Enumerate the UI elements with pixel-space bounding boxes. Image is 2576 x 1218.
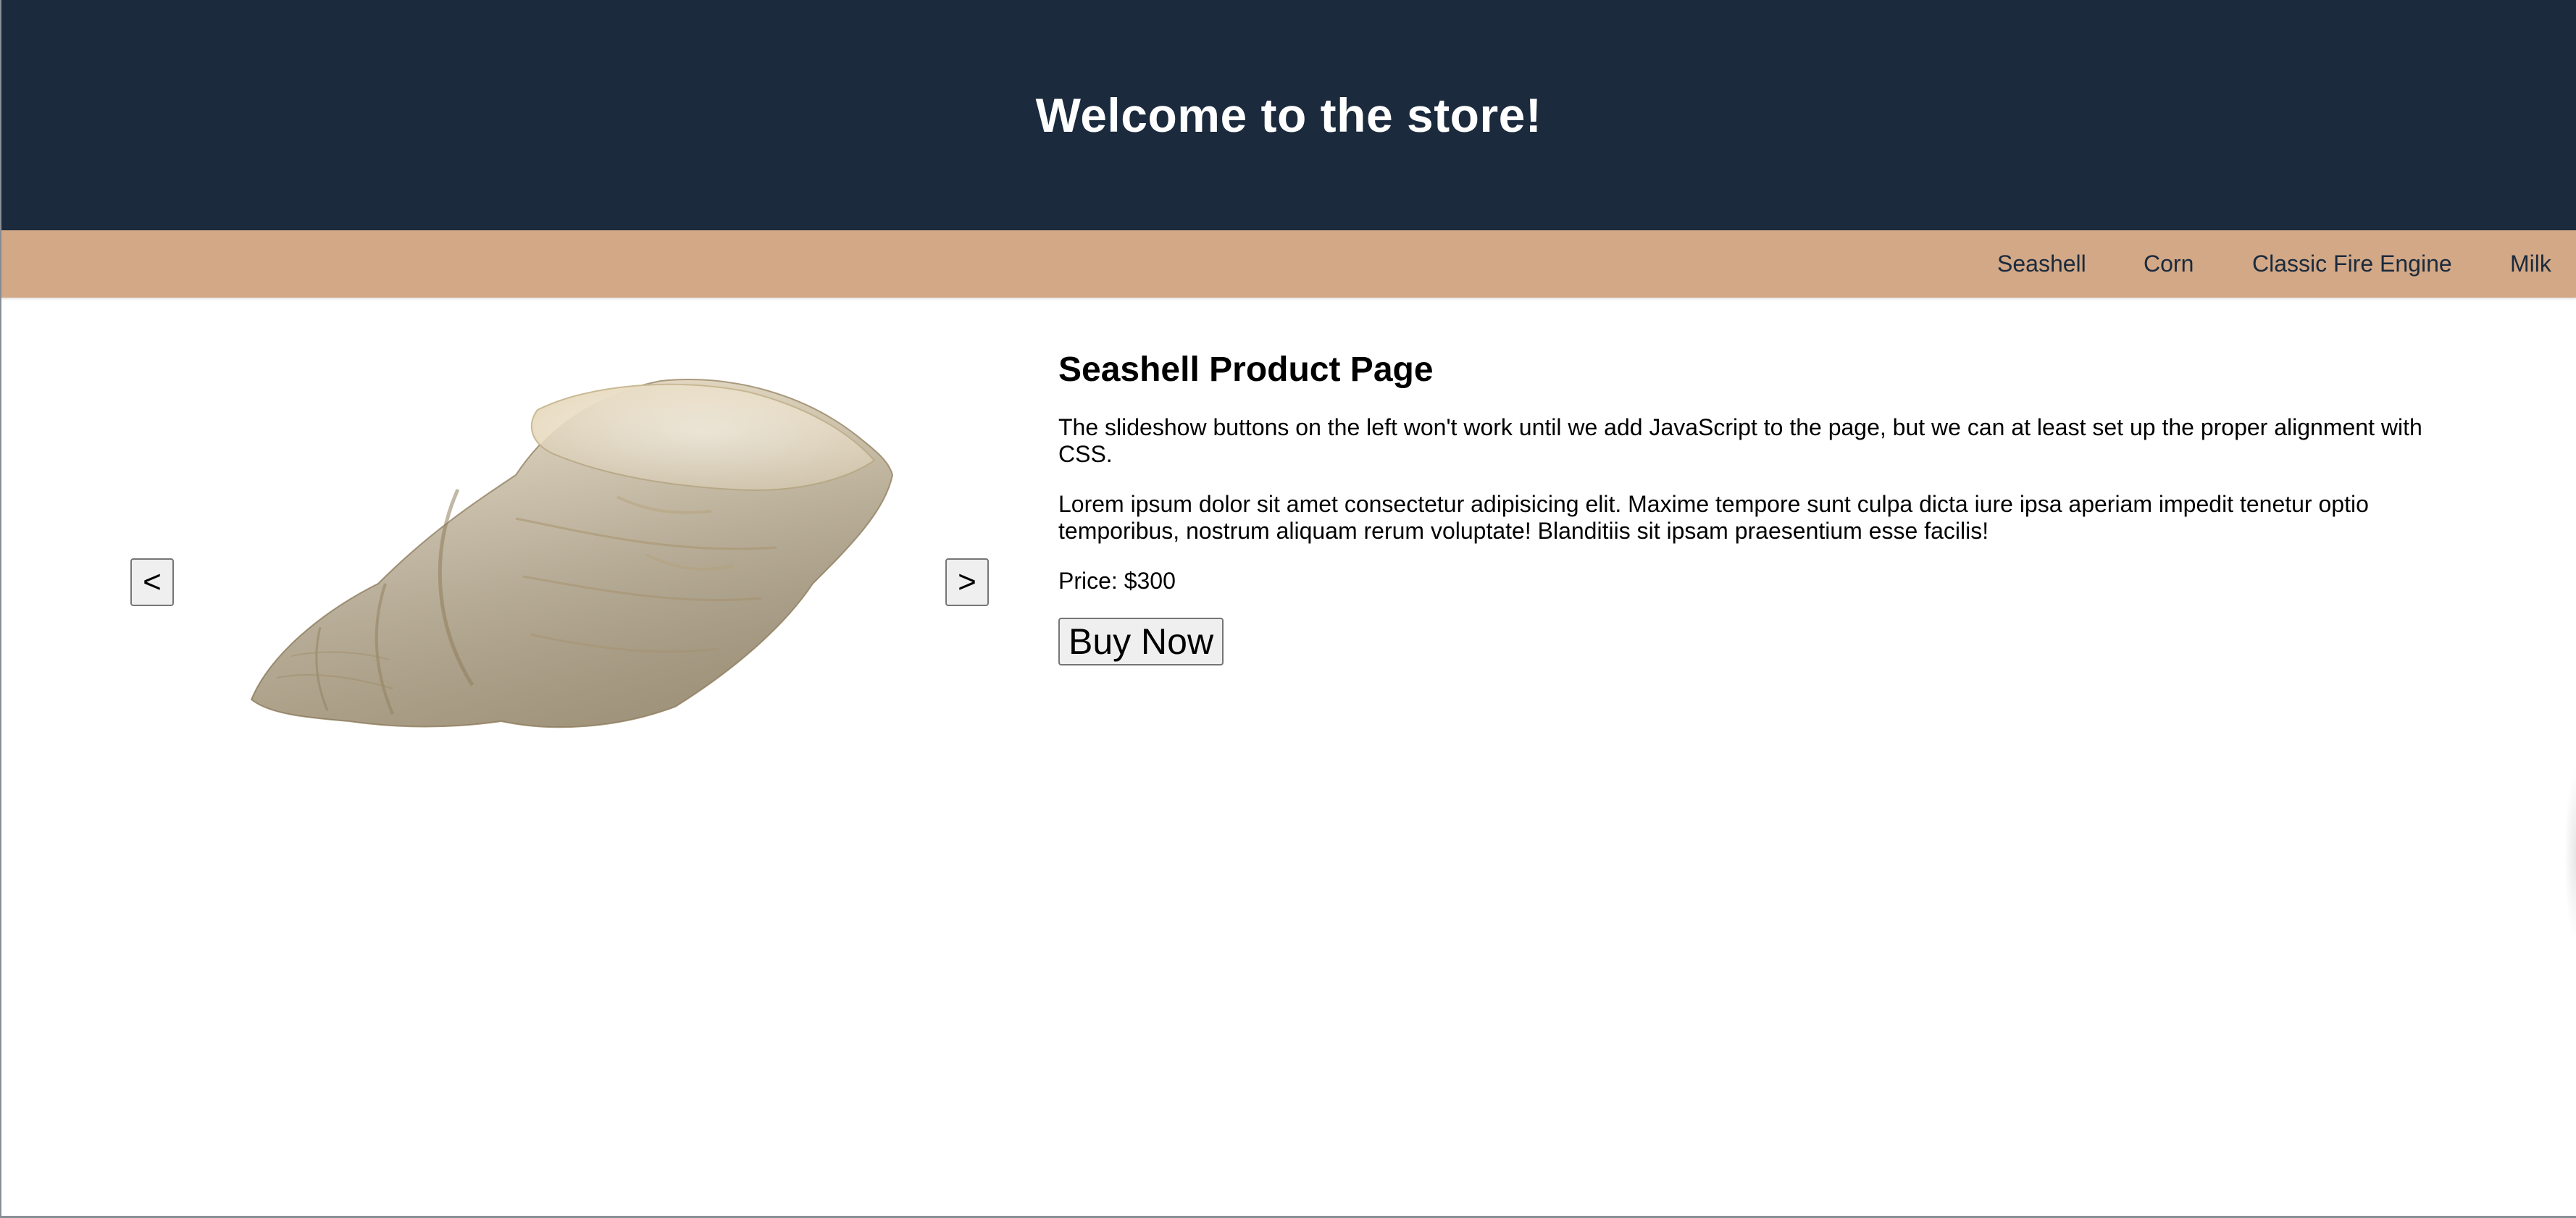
- nav-link-seashell[interactable]: Seashell: [1997, 230, 2086, 298]
- buy-now-button[interactable]: Buy Now: [1058, 618, 1224, 665]
- edge-shadow: [2564, 768, 2576, 942]
- product-description-2: Lorem ipsum dolor sit amet consectetur a…: [1058, 491, 2369, 544]
- product-description-1: The slideshow buttons on the left won't …: [1058, 414, 2422, 467]
- product-price: Price: $300: [1058, 568, 1176, 594]
- site-header: Welcome to the store!: [1, 0, 2576, 230]
- product-title: Seashell Product Page: [1058, 350, 1434, 389]
- slideshow-prev-button[interactable]: <: [130, 558, 174, 606]
- product-details: Seashell Product Page The slideshow butt…: [1058, 350, 2435, 665]
- seashell-image: [250, 379, 894, 728]
- page-title: Welcome to the store!: [1035, 88, 1542, 142]
- product-content: < > Seashell Product Page The slideshow …: [1, 298, 2576, 1214]
- nav-link-milk[interactable]: Milk: [2510, 230, 2551, 298]
- slideshow-next-button[interactable]: >: [945, 558, 989, 606]
- store-page: Welcome to the store! Seashell Corn Clas…: [0, 0, 2576, 1218]
- nav-link-corn[interactable]: Corn: [2144, 230, 2194, 298]
- nav-link-classic-fire-engine[interactable]: Classic Fire Engine: [2252, 230, 2452, 298]
- main-nav: Seashell Corn Classic Fire Engine Milk: [1, 230, 2576, 298]
